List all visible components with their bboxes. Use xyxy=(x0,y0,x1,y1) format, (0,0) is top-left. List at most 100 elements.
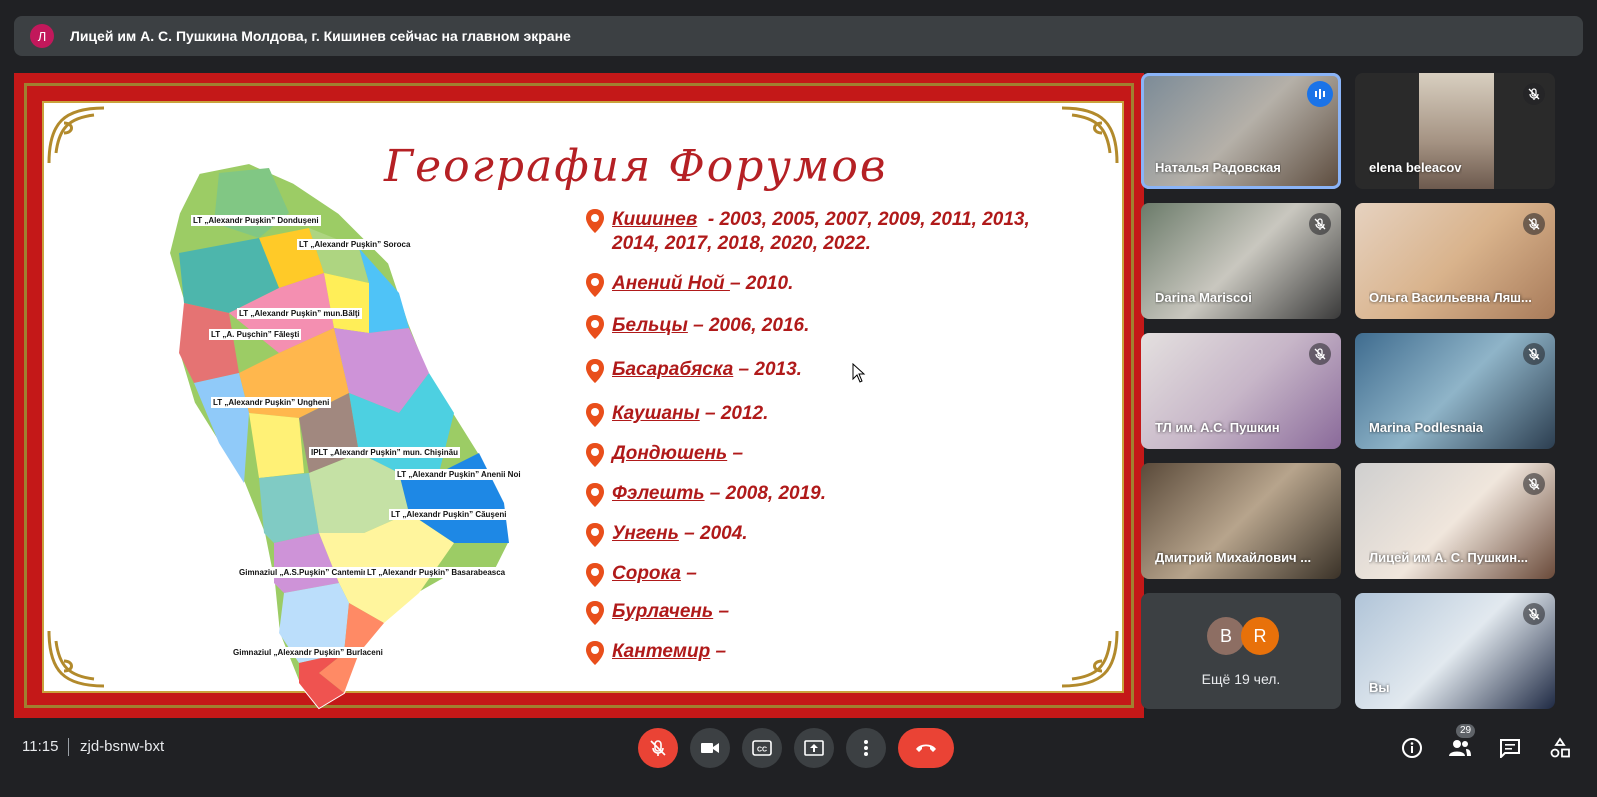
hang-up-icon xyxy=(916,744,936,752)
mic-off-icon xyxy=(1523,603,1545,625)
forum-city: Сорока xyxy=(612,563,681,584)
forum-years: – 2013. xyxy=(733,359,802,380)
forum-city: Кишинев xyxy=(612,209,698,230)
participant-tile[interactable]: Дмитрий Михайлович ... xyxy=(1141,463,1341,579)
presenter-avatar: Л xyxy=(30,24,54,48)
mic-off-icon xyxy=(1523,473,1545,495)
ornament-corner-icon xyxy=(1061,630,1119,688)
forum-item: Басарабяска – 2013. xyxy=(584,358,802,384)
meeting-code: zjd-bsnw-bxt xyxy=(80,738,165,755)
presenting-banner: Л Лицей им А. С. Пушкина Молдова, г. Киш… xyxy=(14,16,1583,56)
svg-text:CC: CC xyxy=(757,747,767,754)
location-pin-icon xyxy=(586,273,604,297)
captions-button[interactable]: CC xyxy=(742,728,782,768)
mic-off-icon xyxy=(1523,213,1545,235)
people-count-badge: 29 xyxy=(1456,724,1476,738)
participant-name: Дмитрий Михайлович ... xyxy=(1155,550,1312,565)
more-avatars: B R xyxy=(1207,617,1279,655)
participant-name: Darina Mariscoi xyxy=(1155,290,1252,305)
ornament-corner-icon xyxy=(1061,106,1119,164)
forum-text: Каушаны – 2012. xyxy=(612,402,768,426)
presenting-text: Лицей им А. С. Пушкина Молдова, г. Кишин… xyxy=(70,28,571,44)
participant-name: Ольга Васильевна Ляш... xyxy=(1369,290,1532,305)
present-icon xyxy=(804,740,824,756)
forum-city: Унгень xyxy=(612,523,679,544)
location-pin-icon xyxy=(586,315,604,339)
chat-button[interactable] xyxy=(1496,734,1524,762)
moldova-map: LT „Alexandr Puşkin” Donduşeni LT „Alexa… xyxy=(109,153,529,713)
map-label: LT „Alexandr Puşkin” Căuşeni xyxy=(389,509,509,520)
self-view-tile[interactable]: Вы xyxy=(1355,593,1555,709)
map-label: Gimnaziul „A.S.Puşkin” Cantemir xyxy=(237,567,369,578)
forum-text: Кантемир – xyxy=(612,640,726,664)
forum-item: Сорока – xyxy=(584,562,697,588)
forum-years: – xyxy=(710,641,727,662)
mic-off-icon xyxy=(1523,343,1545,365)
map-label: LT „Alexandr Puşkin” Anenii Noi xyxy=(395,469,523,480)
location-pin-icon xyxy=(586,563,604,587)
participant-avatar: B xyxy=(1207,617,1245,655)
location-pin-icon xyxy=(586,523,604,547)
meeting-details-button[interactable] xyxy=(1398,734,1426,762)
forum-years: – 2006, 2016. xyxy=(687,315,810,336)
participant-tile[interactable]: ТЛ им. А.С. Пушкин xyxy=(1141,333,1341,449)
forum-years: – xyxy=(713,601,730,622)
forum-item: Кантемир – xyxy=(584,640,726,666)
present-screen-button[interactable] xyxy=(794,728,834,768)
forum-city: Дондюшень xyxy=(612,443,728,464)
forum-item: Фэлешть – 2008, 2019. xyxy=(584,482,826,508)
chat-icon xyxy=(1500,739,1520,758)
microphone-toggle-button[interactable] xyxy=(638,728,678,768)
activities-button[interactable] xyxy=(1546,734,1574,762)
forum-years: – 2008, 2019. xyxy=(704,483,827,504)
moldova-map-image xyxy=(167,161,511,710)
slide-title: География Форумов xyxy=(384,141,888,192)
meeting-controls-bar: 11:15 zjd-bsnw-bxt CC 29 xyxy=(0,720,1597,797)
mic-off-icon xyxy=(1309,343,1331,365)
camera-icon xyxy=(701,743,719,753)
end-call-button[interactable] xyxy=(898,728,954,768)
forum-years: - 2003, 2005, 2007, 2009, 2011, 2013, xyxy=(697,209,1030,230)
participant-name: elena beleacov xyxy=(1369,160,1462,175)
info-icon xyxy=(1402,738,1422,758)
map-label: IPLT „Alexandr Puşkin” mun. Chişinău xyxy=(309,447,460,458)
participant-tile[interactable]: elena beleacov xyxy=(1355,73,1555,189)
forum-years: – xyxy=(727,443,744,464)
participant-tile[interactable]: Ольга Васильевна Ляш... xyxy=(1355,203,1555,319)
forum-years: – 2010. xyxy=(729,273,794,294)
forum-text: Кишинев - 2003, 2005, 2007, 2009, 2011, … xyxy=(612,208,1030,256)
location-pin-icon xyxy=(586,443,604,467)
forum-item: Бурлачень – xyxy=(584,600,729,626)
forum-text: Дондюшень – xyxy=(612,442,743,466)
participant-name: Вы xyxy=(1369,680,1390,695)
participant-name: ТЛ им. А.С. Пушкин xyxy=(1155,420,1280,435)
participant-name: Наталья Радовская xyxy=(1155,160,1281,175)
forum-years: – xyxy=(680,563,697,584)
mouse-cursor-icon xyxy=(852,363,866,383)
participant-tile[interactable]: Darina Mariscoi xyxy=(1141,203,1341,319)
ornament-corner-icon xyxy=(47,630,105,688)
location-pin-icon xyxy=(586,403,604,427)
map-label: LT „Alexandr Puşkin” Donduşeni xyxy=(191,215,321,226)
participant-avatar: R xyxy=(1241,617,1279,655)
forum-city: Бурлачень xyxy=(612,601,714,622)
map-label: Gimnaziul „Alexandr Puşkin” Burlaceni xyxy=(231,647,385,658)
participant-tile[interactable]: Marina Podlesnaia xyxy=(1355,333,1555,449)
participant-tile[interactable]: Наталья Радовская xyxy=(1141,73,1341,189)
location-pin-icon xyxy=(586,641,604,665)
people-button[interactable]: 29 xyxy=(1446,724,1476,762)
forum-text: Сорока – xyxy=(612,562,697,586)
participant-tile[interactable]: Лицей им А. С. Пушкин... xyxy=(1355,463,1555,579)
forum-text: Бельцы – 2006, 2016. xyxy=(612,314,809,338)
forum-city: Басарабяска xyxy=(612,359,734,380)
more-options-button[interactable] xyxy=(846,728,886,768)
speaking-indicator-icon xyxy=(1307,81,1333,107)
location-pin-icon xyxy=(586,483,604,507)
ornament-corner-icon xyxy=(47,106,105,164)
forum-text: Фэлешть – 2008, 2019. xyxy=(612,482,826,506)
camera-toggle-button[interactable] xyxy=(690,728,730,768)
more-participants-tile[interactable]: B R Ещё 19 чел. xyxy=(1141,593,1341,709)
location-pin-icon xyxy=(586,601,604,625)
location-pin-icon xyxy=(586,359,604,383)
forum-item: Унгень – 2004. xyxy=(584,522,748,548)
